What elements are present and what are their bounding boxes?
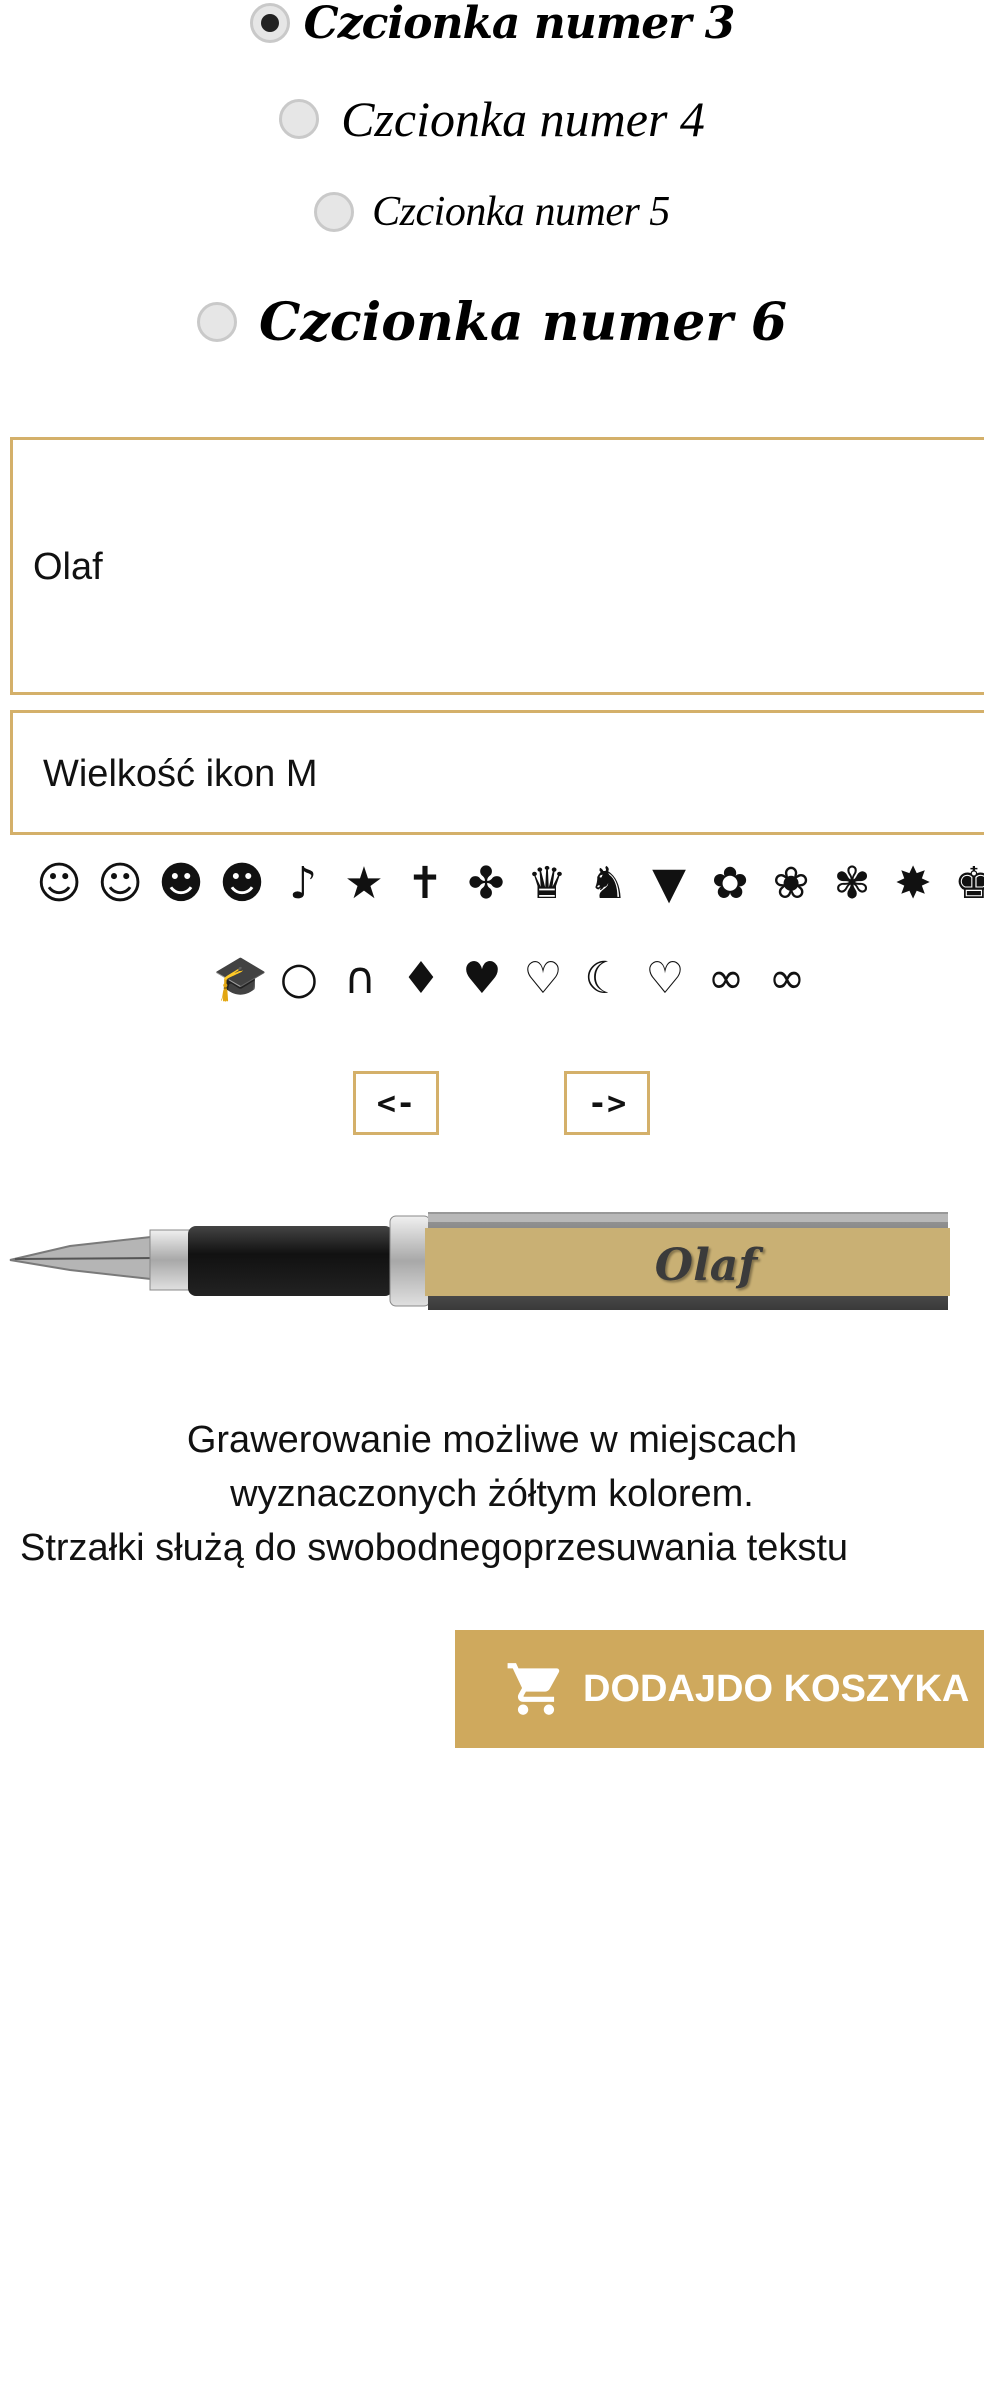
font-option-4[interactable]: Czcionka numer 4 (0, 88, 984, 150)
icon-picker-row-1: ☺ ☺ ☻ ☻ ♪ ★ ✝ ✤ ♛ ♞ ▼ ✿ ❀ ✾ ✸ ♚ (34, 857, 984, 911)
clover-icon[interactable]: ✤ (461, 857, 511, 911)
horseshoe-icon[interactable]: ∩ (335, 952, 385, 1006)
leaf-heart-icon[interactable]: ♦ (396, 952, 446, 1006)
info-line-3: Strzałki służą do swobodnegoprzesuwania … (20, 1527, 849, 1569)
rings-icon[interactable]: ○ (274, 952, 324, 1006)
move-right-button[interactable]: -> (564, 1071, 650, 1135)
move-left-button[interactable]: <- (353, 1071, 439, 1135)
smiley-outline-icon[interactable]: ☺ (95, 857, 145, 911)
font-option-5[interactable]: Czcionka numer 5 (0, 186, 984, 238)
pen-preview-image (9, 1212, 950, 1310)
double-heart-icon[interactable]: ♡ (640, 952, 690, 1006)
tie-icon[interactable]: ▼ (644, 857, 694, 911)
heart-filled-icon[interactable]: ♥ (457, 952, 507, 1006)
font-option-3[interactable]: Czcionka numer 3 (0, 0, 984, 49)
cart-icon (507, 1663, 560, 1715)
engraving-info: Grawerowanie możliwe w miejscach wyznacz… (0, 1413, 984, 1575)
info-line-2: wyznaczonych żółtym kolorem. (230, 1473, 754, 1515)
ihs-cross-icon[interactable]: ✝ (400, 857, 450, 911)
font-4-radio[interactable] (279, 99, 320, 139)
star-icon[interactable]: ★ (339, 857, 389, 911)
font-option-6[interactable]: Czcionka numer 6 (0, 290, 984, 354)
grad-cap-icon[interactable]: 🎓 (213, 952, 268, 1006)
medal-icon[interactable]: ✸ (888, 857, 938, 911)
icon-picker-row-2: 🎓 ○ ∩ ♦ ♥ ♡ ☾ ♡ ∞ ∞ (213, 952, 984, 1006)
smile-mouth-icon[interactable]: ☻ (156, 857, 206, 911)
infinity-filled-icon[interactable]: ∞ (701, 952, 751, 1006)
paw-icon[interactable]: ✾ (827, 857, 877, 911)
engraving-text-field[interactable] (10, 437, 984, 695)
smile-mouth-2-icon[interactable]: ☻ (217, 857, 267, 911)
add-to-cart-button[interactable]: DODAJDO KOSZYKA (455, 1630, 984, 1748)
font-5-label: Czcionka numer 5 (372, 189, 670, 235)
rose-icon[interactable]: ✿ (705, 857, 755, 911)
font-5-radio[interactable] (314, 192, 355, 232)
heart-outline-icon[interactable]: ♡ (518, 952, 568, 1006)
crown-icon[interactable]: ♛ (522, 857, 572, 911)
icon-size-label: Wielkość ikon M (43, 753, 318, 795)
infinity-outline-icon[interactable]: ∞ (762, 952, 812, 1006)
cat-icon[interactable]: ♞ (583, 857, 633, 911)
icon-size-select[interactable]: Wielkość ikon M (10, 710, 984, 835)
rosebud-icon[interactable]: ❀ (766, 857, 816, 911)
font-6-radio[interactable] (196, 302, 237, 342)
font-4-label: Czcionka numer 4 (341, 91, 705, 147)
engraving-text-input[interactable] (31, 545, 935, 590)
pen-engraved-text: Olaf (654, 1240, 758, 1291)
moon-heart-icon[interactable]: ☾ (579, 952, 629, 1006)
music-notes-icon[interactable]: ♪ (278, 857, 328, 911)
smiley-icon[interactable]: ☺ (34, 857, 84, 911)
info-line-1: Grawerowanie możliwe w miejscach (186, 1419, 798, 1461)
add-to-cart-label: DODAJDO KOSZYKA (583, 1667, 970, 1710)
grad-cap-icon[interactable]: ♚ (949, 857, 984, 911)
font-3-radio[interactable] (249, 3, 290, 43)
font-6-label: Czcionka numer 6 (258, 291, 788, 353)
font-3-label: Czcionka numer 3 (303, 0, 736, 49)
